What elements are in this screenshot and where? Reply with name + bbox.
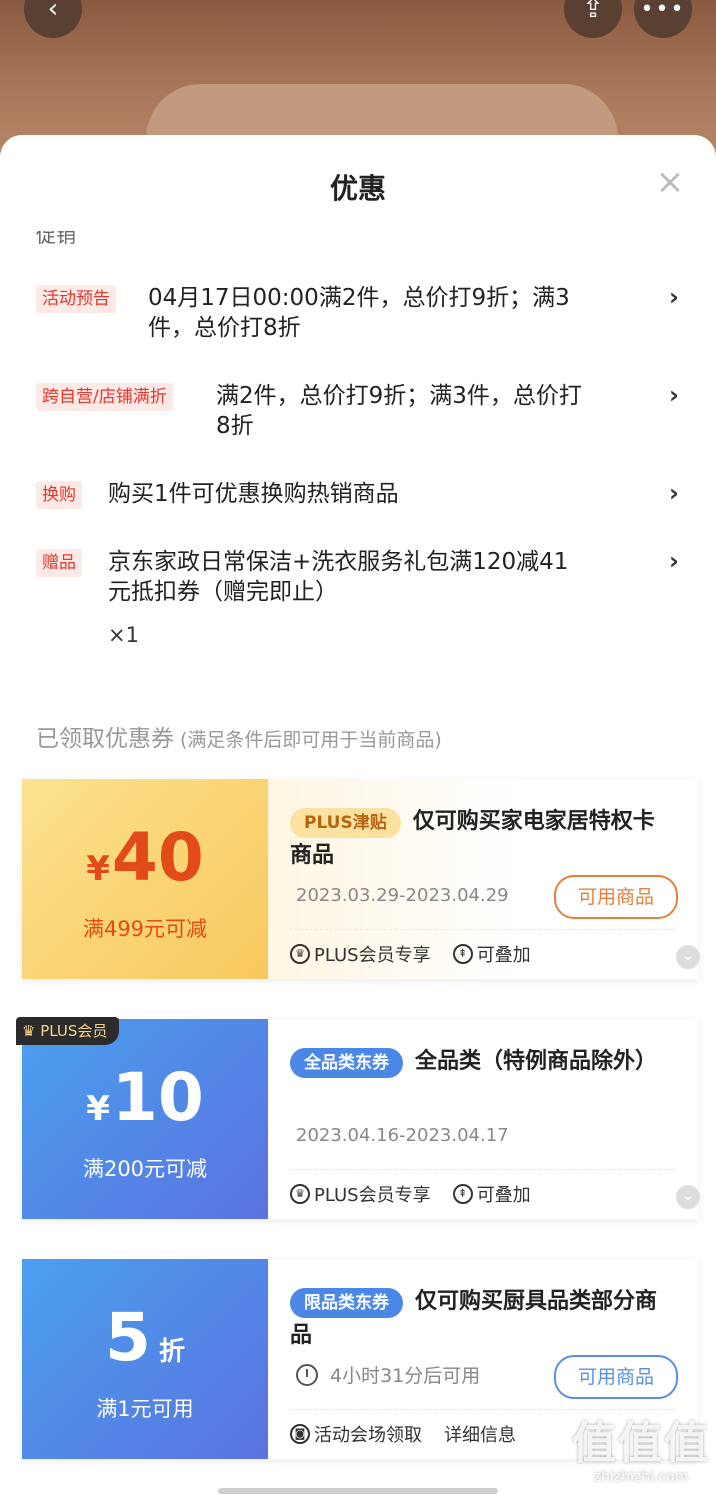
promo-text: 满2件，总价打9折；满3件，总价打 8折 (216, 383, 582, 439)
more-icon: ••• (640, 0, 686, 22)
promo-tag: 换购 (36, 481, 82, 509)
coupon-type-tag: PLUS津贴 (290, 808, 401, 838)
coupon-amount: ¥10 (86, 1059, 204, 1136)
coupon-condition: 满1元可用 (96, 1397, 194, 1421)
clock-icon (296, 1363, 318, 1386)
coupon-type-tag: 限品类东券 (290, 1288, 403, 1318)
gift-quantity: ×1 (108, 623, 139, 647)
promo-row-gift[interactable]: 赠品 京东家政日常保洁+洗衣服务礼包满120减41 元抵扣券（赠完即止） ×1 … (36, 547, 686, 657)
crown-icon: ♛ (290, 1184, 310, 1204)
promo-text: 购买1件可优惠换购热销商品 (108, 481, 399, 507)
coupon-type-tag: 全品类东券 (290, 1048, 403, 1078)
coupon-validity: 2023.04.16-2023.04.17 (296, 1125, 509, 1146)
coupon-footer: ◙ 活动会场领取 详细信息 (290, 1421, 516, 1447)
available-products-button[interactable]: 可用商品 (554, 1355, 678, 1399)
divider (290, 929, 676, 930)
coupon-title: PLUS津贴 仅可购买家电家居特权卡商品 (290, 808, 655, 868)
details-link[interactable]: 详细信息 (444, 1421, 516, 1447)
chevron-right-icon: › (669, 381, 679, 409)
close-icon[interactable]: × (655, 165, 685, 199)
coupon-validity: 2023.03.29-2023.04.29 (296, 885, 509, 906)
coupon-amount: ¥40 (86, 819, 204, 896)
sheet-title: 优惠 (329, 172, 386, 205)
home-indicator (218, 1488, 498, 1494)
coupon-footer: ♛ PLUS会员专享 ⇞ 可叠加 (290, 941, 531, 967)
coupon-value-panel: ¥40 满499元可减 (22, 779, 268, 979)
promo-text: 04月17日00:00满2件，总价打9折；满3 件，总价打8折 (148, 285, 570, 341)
promo-tag: 活动预告 (36, 285, 116, 313)
coupon-details: PLUS津贴 仅可购买家电家居特权卡商品 2023.03.29-2023.04.2… (268, 779, 700, 979)
available-products-button[interactable]: 可用商品 (554, 875, 678, 919)
share-icon: ⇪ (582, 0, 604, 24)
promo-tag: 跨自营/店铺满折 (36, 383, 173, 411)
coupon-condition: 满200元可减 (82, 1157, 208, 1181)
promo-row-exchange[interactable]: 换购 购买1件可优惠换购热销商品 › (36, 479, 686, 519)
chevron-left-icon: ‹ (47, 0, 59, 24)
expand-icon[interactable]: ⌄ (676, 945, 700, 969)
chevron-right-icon: › (669, 283, 679, 311)
chevron-right-icon: › (669, 479, 679, 507)
coupon-card[interactable]: ¥10 满200元可减 ♛ PLUS会员 全品类东券 全品类（特例商品除外） 20… (16, 1017, 700, 1219)
expand-icon[interactable]: ⌄ (676, 1185, 700, 1209)
crown-icon: ♛ (22, 1022, 36, 1040)
coupon-title: 全品类东券 全品类（特例商品除外） (290, 1045, 662, 1079)
chevron-right-icon: › (669, 547, 679, 575)
coupons-section-title: 已领取优惠券 (满足条件后即可用于当前商品) (36, 726, 442, 752)
coupon-title: 限品类东券 仅可购买厨具品类部分商品 (290, 1288, 658, 1348)
coupon-amount: 5折 (105, 1299, 185, 1376)
promo-section-heading: 促销 (36, 231, 76, 245)
stack-icon: ⇞ (452, 1184, 473, 1204)
coupon-countdown: 4小时31分后可用 (296, 1361, 480, 1388)
watermark: 值值值 zhizhizhi.com (572, 1418, 710, 1486)
coupon-condition: 满499元可减 (82, 917, 208, 941)
promo-row-cross-store[interactable]: 跨自营/店铺满折 满2件，总价打9折；满3件，总价打 8折 › (36, 381, 686, 451)
coupon-value-panel: ¥10 满200元可减 (22, 1019, 268, 1219)
coupon-card[interactable]: ¥40 满499元可减 PLUS津贴 仅可购买家电家居特权卡商品 2023.03.… (22, 779, 700, 979)
plus-member-badge: ♛ PLUS会员 (16, 1017, 120, 1045)
divider (290, 1409, 676, 1410)
ticket-icon: ◙ (290, 1424, 310, 1444)
crown-icon: ♛ (290, 944, 310, 964)
divider (290, 1169, 676, 1170)
promo-text: 京东家政日常保洁+洗衣服务礼包满120减41 元抵扣券（赠完即止） (108, 549, 569, 605)
stack-icon: ⇞ (452, 944, 473, 964)
promo-tag: 赠品 (36, 549, 82, 577)
coupon-details: 全品类东券 全品类（特例商品除外） 2023.04.16-2023.04.17 ♛… (268, 1019, 700, 1219)
coupon-value-panel: 5折 满1元可用 (22, 1259, 268, 1459)
discount-sheet: 优惠 × 促销 活动预告 04月17日00:00满2件，总价打9折；满3 件，总… (0, 135, 716, 1500)
promo-row-preview[interactable]: 活动预告 04月17日00:00满2件，总价打9折；满3 件，总价打8折 › (36, 283, 686, 353)
coupon-footer: ♛ PLUS会员专享 ⇞ 可叠加 (290, 1181, 531, 1207)
